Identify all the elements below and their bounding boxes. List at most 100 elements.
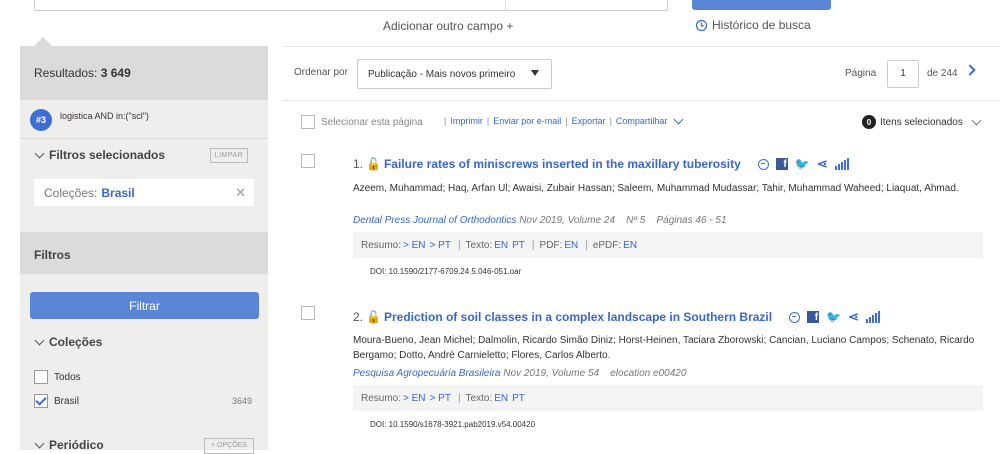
chip-value: Brasil: [101, 185, 135, 200]
facebook-icon[interactable]: f: [807, 311, 820, 323]
separator: |: [585, 239, 588, 251]
result-number: 2.: [353, 310, 364, 324]
result-actions: f 🐦 ⋖: [789, 309, 880, 325]
open-access-icon: 🔓: [366, 310, 381, 324]
result-number: 1.: [353, 157, 364, 171]
separator: |: [486, 116, 490, 126]
collection-option-todos[interactable]: Todos: [34, 370, 81, 384]
quote-icon[interactable]: [789, 311, 801, 323]
collections-toggle[interactable]: Coleções: [34, 335, 103, 349]
twitter-icon[interactable]: 🐦: [795, 157, 810, 171]
query-history-badge[interactable]: #3: [30, 109, 52, 131]
result-checkbox[interactable]: [301, 306, 315, 320]
text-en-link[interactable]: EN: [494, 240, 508, 251]
pdf-en-link[interactable]: EN: [564, 240, 578, 251]
selected-filters-title: Filtros selecionados: [49, 148, 166, 162]
divider: [20, 138, 268, 139]
select-page[interactable]: Selecionar esta página: [301, 115, 423, 129]
share-icon[interactable]: ⋖: [817, 156, 828, 172]
epdf-en-link[interactable]: EN: [623, 240, 637, 251]
add-field-link[interactable]: Adicionar outro campo +: [383, 19, 513, 33]
collections-title: Coleções: [49, 335, 103, 349]
search-button[interactable]: [692, 0, 831, 10]
more-options-button[interactable]: + OPÇÕES: [204, 438, 254, 454]
sort-value: Publicação - Mais novos primeiro: [368, 68, 516, 80]
chevron-down-icon: [34, 335, 45, 346]
pdf-label: PDF:: [539, 239, 563, 251]
page-number-input[interactable]: 1: [887, 60, 919, 88]
sort-select[interactable]: Publicação - Mais novos primeiro: [357, 59, 552, 89]
share-link[interactable]: Compartilhar: [616, 116, 668, 126]
text-label: Texto:: [465, 239, 493, 251]
share-icon[interactable]: ⋖: [848, 309, 859, 325]
select-page-label: Selecionar esta página: [321, 116, 423, 128]
chevron-down-icon: [34, 148, 45, 159]
chevron-down-icon[interactable]: [674, 114, 684, 125]
export-link[interactable]: Exportar: [572, 116, 606, 126]
separator: |: [457, 392, 461, 404]
filters-title: Filtros: [34, 248, 71, 262]
chip-label: Coleções:: [44, 185, 98, 200]
result-title[interactable]: 2. 🔓 Prediction of soil classes in a com…: [353, 309, 880, 325]
quote-icon[interactable]: [757, 158, 769, 170]
result-actions: f 🐦 ⋖: [757, 156, 849, 172]
result-title[interactable]: 1. 🔓 Failure rates of miniscrews inserte…: [353, 156, 849, 172]
facebook-icon[interactable]: f: [775, 158, 788, 170]
checkbox[interactable]: [34, 370, 48, 384]
search-history-link[interactable]: Histórico de busca: [695, 18, 811, 32]
history-label: Histórico de busca: [712, 18, 811, 32]
abstract-pt-link[interactable]: > PT: [430, 393, 451, 404]
page-total: de 244: [927, 68, 958, 79]
metrics-icon[interactable]: [834, 158, 849, 170]
result-doi: DOI: 10.1590/s1678-3921.pab2019.v54.0042…: [370, 420, 536, 429]
chevron-down-icon: [34, 438, 45, 449]
divider: [283, 46, 1000, 47]
open-access-icon: 🔓: [366, 157, 381, 171]
result-journal: Dental Press Journal of Orthodontics Nov…: [353, 215, 727, 226]
print-link[interactable]: Imprimir: [450, 116, 483, 126]
metrics-icon[interactable]: [865, 311, 880, 323]
abstract-label: Resumo:: [361, 239, 402, 251]
clear-filters-button[interactable]: LIMPAR: [210, 148, 248, 163]
results-count: Resultados: 3 649: [34, 66, 131, 80]
divider: [283, 100, 1000, 101]
journal-elocation: elocation e00420: [610, 368, 687, 379]
selected-items[interactable]: 0 Itens selecionados: [862, 115, 982, 129]
journal-name[interactable]: Pesquisa Agropecuária Brasileira: [353, 368, 501, 379]
chevron-down-icon: [971, 115, 982, 126]
filter-chip-collection: Coleções: Brasil ✕: [34, 179, 254, 206]
text-pt-link[interactable]: PT: [512, 393, 525, 404]
text-pt-link[interactable]: PT: [512, 240, 525, 251]
abstract-label: Resumo:: [361, 392, 402, 404]
result-links: Resumo: > EN > PT | Texto: EN PT | PDF: …: [353, 232, 983, 258]
result-journal: Pesquisa Agropecuária Brasileira Nov 201…: [353, 368, 686, 379]
abstract-en-link[interactable]: > EN: [403, 393, 426, 404]
text-en-link[interactable]: EN: [494, 393, 508, 404]
close-icon[interactable]: ✕: [235, 185, 246, 201]
search-input[interactable]: [34, 0, 668, 11]
collection-option-brasil[interactable]: Brasil: [34, 394, 79, 408]
filter-button[interactable]: Filtrar: [30, 292, 259, 319]
twitter-icon[interactable]: 🐦: [826, 310, 841, 324]
journal-pages: Páginas 46 - 51: [656, 215, 727, 226]
checkbox-checked[interactable]: [34, 394, 48, 408]
journal-date-volume: Nov 2019, Volume 24: [519, 215, 616, 226]
checkbox[interactable]: [301, 115, 315, 129]
result-checkbox[interactable]: [301, 154, 315, 168]
search-input-divider: [505, 0, 506, 10]
result-authors: Azeem, Muhammad; Haq, Arfan Ul; Awaisi, …: [353, 183, 959, 194]
abstract-pt-link[interactable]: > PT: [430, 240, 451, 251]
email-link[interactable]: Enviar por e-mail: [493, 116, 561, 126]
result-links: Resumo: > EN > PT | Texto: EN PT: [353, 385, 983, 411]
selected-count-badge: 0: [862, 115, 876, 129]
selected-items-label: Itens selecionados: [880, 116, 963, 128]
results-label: Resultados:: [34, 66, 98, 80]
journal-name[interactable]: Dental Press Journal of Orthodontics: [353, 215, 516, 226]
collection-count: 3649: [232, 396, 253, 406]
result-title-text[interactable]: Failure rates of miniscrews inserted in …: [384, 157, 741, 171]
selected-filters-toggle[interactable]: Filtros selecionados: [34, 148, 166, 162]
separator: |: [609, 116, 612, 126]
abstract-en-link[interactable]: > EN: [403, 240, 426, 251]
chevron-right-icon[interactable]: [964, 64, 976, 76]
result-title-text[interactable]: Prediction of soil classes in a complex …: [384, 310, 772, 324]
